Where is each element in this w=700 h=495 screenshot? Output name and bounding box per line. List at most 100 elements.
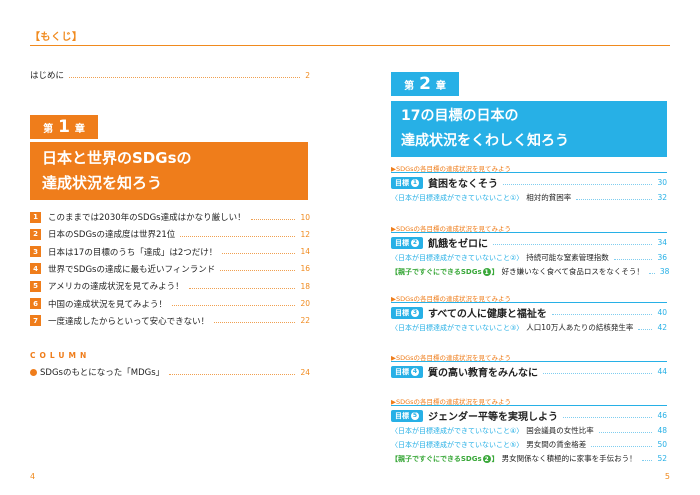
page-ref: 16 bbox=[300, 264, 310, 274]
tip-tag-text: 【親子ですぐにできるSDGs bbox=[391, 267, 482, 276]
page-ref: 20 bbox=[300, 299, 310, 308]
toc-entry-label: 人口10万人あたりの結核発生率 bbox=[526, 323, 634, 332]
header-divider bbox=[30, 45, 670, 46]
page-number-right: 5 bbox=[664, 472, 670, 481]
leader-dots bbox=[591, 446, 653, 447]
toc-entry-unachieved[interactable]: 〈日本が目標達成ができていないこと③〉 人口10万人あたりの結核発生率 42 bbox=[391, 322, 667, 333]
chapter-2-tab: 第 2 章 bbox=[391, 72, 459, 96]
toc-entry-chapter1[interactable]: 3 日本は17の目標のうち「達成」は2つだけ！ 14 bbox=[30, 246, 310, 258]
toc-entry-unachieved[interactable]: 〈日本が目標達成ができていないこと④〉 国会議員の女性比率 48 bbox=[391, 425, 667, 436]
goal-title: すべての人に健康と福祉を bbox=[428, 309, 547, 320]
page-ref: 24 bbox=[300, 367, 310, 377]
page-ref: 34 bbox=[657, 238, 667, 247]
toc-entry-goal[interactable]: 目標 1 貧困をなくそう 30 bbox=[391, 175, 667, 190]
goal-number: 4 bbox=[411, 367, 419, 376]
toc-entry-label: 日本のSDGsの達成度は世界21位 bbox=[48, 230, 176, 241]
chapter-suffix: 章 bbox=[435, 80, 446, 92]
toc-entry-chapter1[interactable]: 6 中国の達成状況を見てみよう！ 20 bbox=[30, 298, 310, 310]
item-number-badge: 5 bbox=[30, 280, 41, 292]
chapter-number: 1 bbox=[58, 117, 70, 137]
goal-title: 貧困をなくそう bbox=[428, 179, 498, 190]
chapter-2-title[interactable]: 17の目標の日本の 達成状況をくわしく知ろう bbox=[391, 101, 667, 157]
toc-entry-label: 持続可能な窒素管理指数 bbox=[526, 253, 609, 262]
item-number-badge: 7 bbox=[30, 315, 41, 327]
section-divider bbox=[391, 405, 667, 406]
toc-entry-goal[interactable]: 目標 4 質の高い教育をみんなに 44 bbox=[391, 364, 667, 379]
chapter-number: 2 bbox=[419, 74, 431, 94]
tip-tag: 【親子ですぐにできるSDGs 2】 bbox=[391, 454, 499, 464]
goal-badge-label: 目標 bbox=[395, 178, 409, 187]
page-ref: 42 bbox=[657, 323, 667, 332]
toc-entry-column[interactable]: SDGsのもとになった「MDGs」 24 bbox=[30, 366, 310, 378]
chapter-1-title[interactable]: 日本と世界のSDGsの 達成状況を知ろう bbox=[30, 142, 308, 200]
page-ref: 38 bbox=[659, 267, 670, 276]
goal-badge-label: 目標 bbox=[395, 367, 409, 376]
goal-badge: 目標 3 bbox=[391, 306, 423, 319]
leader-dots bbox=[598, 432, 653, 433]
leader-dots bbox=[250, 218, 296, 220]
page-ref: 12 bbox=[300, 229, 310, 239]
toc-entry-parent-child-tip[interactable]: 【親子ですぐにできるSDGs 2】男女関係なく積極的に家事を手伝おう！ 52 bbox=[391, 453, 667, 464]
tip-tag-end: 】 bbox=[491, 267, 499, 276]
page-ref: 36 bbox=[657, 253, 667, 262]
toc-entry-unachieved[interactable]: 〈日本が目標達成ができていないこと⑤〉 男女間の賃金格差 50 bbox=[391, 439, 667, 450]
section-divider bbox=[391, 302, 667, 303]
leader-dots bbox=[641, 460, 653, 461]
goal-title: 飢餓をゼロに bbox=[428, 239, 488, 250]
page-ref: 2 bbox=[305, 70, 310, 80]
page-ref: 14 bbox=[300, 247, 310, 257]
toc-entry-parent-child-tip[interactable]: 【親子ですぐにできるSDGs 1】好き嫌いなく食べて食品ロスをなくそう！ 38 bbox=[391, 266, 670, 277]
leader-dots bbox=[214, 322, 296, 324]
chapter-1-tab: 第 1 章 bbox=[30, 115, 98, 139]
page-ref: 32 bbox=[657, 193, 667, 202]
chapter-title-line: 達成状況を知ろう bbox=[42, 174, 163, 192]
goal-number: 5 bbox=[411, 411, 419, 420]
toc-entry-label: SDGsのもとになった「MDGs」 bbox=[40, 368, 165, 378]
item-number-badge: 6 bbox=[30, 298, 41, 309]
goal-badge: 目標 5 bbox=[391, 409, 423, 422]
leader-dots bbox=[180, 235, 296, 237]
toc-entry-chapter1[interactable]: 1 このままでは2030年のSDGs達成はかなり厳しい！ 10 bbox=[30, 211, 310, 223]
goal-number: 2 bbox=[411, 238, 419, 247]
toc-entry-unachieved[interactable]: 〈日本が目標達成ができていないこと①〉 相対的貧困率 32 bbox=[391, 192, 667, 203]
goal-badge: 目標 2 bbox=[391, 236, 423, 249]
leader-dots bbox=[169, 373, 296, 375]
item-number-badge: 2 bbox=[30, 228, 41, 240]
toc-entry-goal[interactable]: 目標 5 ジェンダー平等を実現しよう 46 bbox=[391, 408, 667, 423]
leader-dots bbox=[543, 373, 653, 374]
tip-tag: 【親子ですぐにできるSDGs 1】 bbox=[391, 267, 499, 277]
toc-entry-chapter1[interactable]: 4 世界でSDGsの達成に最も近いフィンランド 16 bbox=[30, 263, 310, 275]
section-divider bbox=[391, 361, 667, 362]
chapter-suffix: 章 bbox=[74, 123, 85, 135]
toc-entry-goal[interactable]: 目標 2 飢餓をゼロに 34 bbox=[391, 235, 667, 250]
section-divider bbox=[391, 232, 667, 233]
tip-number: 1 bbox=[482, 268, 491, 276]
toc-entry-label: 世界でSDGsの達成に最も近いフィンランド bbox=[48, 264, 216, 275]
unachieved-tag: 〈日本が目標達成ができていないこと②〉 bbox=[391, 253, 524, 262]
bullet-icon bbox=[30, 368, 37, 376]
toc-entry-chapter1[interactable]: 7 一度達成したからといって安心できない！ 22 bbox=[30, 315, 310, 327]
item-number-badge: 4 bbox=[30, 263, 41, 275]
item-number-badge: 1 bbox=[30, 211, 41, 223]
leader-dots bbox=[563, 417, 653, 418]
toc-entry-label: 相対的貧困率 bbox=[526, 193, 572, 202]
toc-entry-unachieved[interactable]: 〈日本が目標達成ができていないこと②〉 持続可能な窒素管理指数 36 bbox=[391, 252, 667, 263]
toc-heading: 【もくじ】 bbox=[30, 32, 83, 43]
page-ref: 48 bbox=[657, 426, 667, 435]
toc-entry-chapter1[interactable]: 2 日本のSDGsの達成度は世界21位 12 bbox=[30, 228, 310, 240]
toc-entry-label: 好き嫌いなく食べて食品ロスをなくそう！ bbox=[501, 267, 644, 276]
goal-badge-label: 目標 bbox=[395, 411, 409, 420]
toc-entry-goal[interactable]: 目標 3 すべての人に健康と福祉を 40 bbox=[391, 305, 667, 320]
page-ref: 46 bbox=[657, 411, 667, 420]
goal-number: 3 bbox=[411, 308, 419, 317]
chapter-prefix: 第 bbox=[404, 80, 415, 92]
toc-entry-label: このままでは2030年のSDGs達成はかなり厳しい！ bbox=[48, 213, 246, 223]
unachieved-tag: 〈日本が目標達成ができていないこと①〉 bbox=[391, 193, 524, 202]
toc-entry-intro[interactable]: はじめに 2 bbox=[30, 69, 310, 82]
leader-dots bbox=[222, 253, 296, 255]
unachieved-tag: 〈日本が目標達成ができていないこと④〉 bbox=[391, 426, 524, 435]
leader-dots bbox=[172, 305, 296, 306]
toc-entry-chapter1[interactable]: 5 アメリカの達成状況を見てみよう！ 18 bbox=[30, 280, 310, 292]
leader-dots bbox=[551, 314, 653, 315]
page-ref: 22 bbox=[300, 316, 310, 326]
